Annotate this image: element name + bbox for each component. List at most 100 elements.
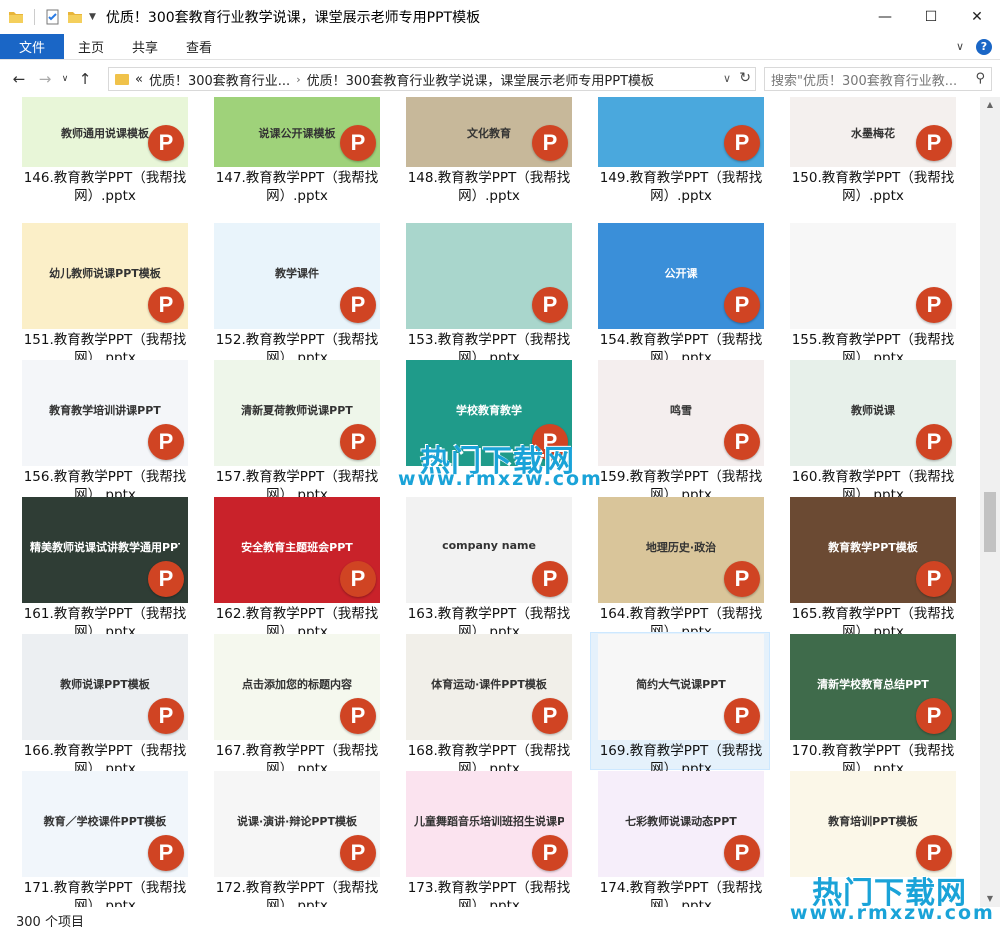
file-item[interactable]: 教师说课 P 160.教育教学PPT（我帮找 网）.pptx	[784, 360, 956, 503]
refresh-icon[interactable]: ↻	[739, 70, 751, 86]
file-item[interactable]: 幼儿教师说课PPT模板 P 151.教育教学PPT（我帮找 网）.pptx	[16, 223, 188, 366]
file-name: 166.教育教学PPT（我帮找	[23, 743, 187, 759]
powerpoint-icon: P	[532, 287, 568, 323]
file-thumbnail: 教师通用说课模板 P	[22, 97, 188, 167]
window-controls: — ☐ ✕	[862, 0, 1000, 34]
breadcrumb-overflow[interactable]: «	[135, 72, 143, 87]
file-item[interactable]: 水墨梅花 P 150.教育教学PPT（我帮找 网）.pptx	[784, 97, 956, 233]
search-icon[interactable]: ⚲	[975, 71, 985, 86]
tab-file[interactable]: 文件	[0, 34, 64, 59]
file-item[interactable]: 教育／学校课件PPT模板 P 171.教育教学PPT（我帮找 网）.pptx	[16, 771, 188, 907]
file-name: 150.教育教学PPT（我帮找	[791, 170, 955, 186]
file-item[interactable]: 点击添加您的标题内容 P 167.教育教学PPT（我帮找 网）.pptx	[208, 634, 380, 777]
file-thumbnail: 教育教学培训讲课PPT P	[22, 360, 188, 466]
file-name: 157.教育教学PPT（我帮找	[215, 469, 379, 485]
title-bar: ▼ 优质！300套教育行业教学说课，课堂展示老师专用PPT模板 — ☐ ✕	[0, 0, 1000, 34]
file-extension: 网）.pptx	[266, 898, 328, 907]
powerpoint-icon: P	[724, 698, 760, 734]
address-bar[interactable]: « 优质！300套教育行业... › 优质！300套教育行业教学说课，课堂展示老…	[108, 67, 756, 91]
file-thumbnail: P	[406, 223, 572, 329]
file-item[interactable]: 教师说课PPT模板 P 166.教育教学PPT（我帮找 网）.pptx	[16, 634, 188, 777]
file-item[interactable]: 说课·演讲·辩论PPT模板 P 172.教育教学PPT（我帮找 网）.pptx	[208, 771, 380, 907]
search-input[interactable]: 搜索"优质！300套教育行业教... ⚲	[764, 67, 992, 91]
file-item[interactable]: 儿童舞蹈音乐培训班招生说课PPT P 173.教育教学PPT（我帮找 网）.pptx	[400, 771, 572, 907]
powerpoint-icon: P	[724, 125, 760, 161]
back-arrow-icon[interactable]: ←	[8, 70, 30, 88]
file-extension: 网）.pptx	[74, 188, 136, 204]
chevron-down-icon[interactable]: ▼	[89, 12, 96, 22]
breadcrumb-current[interactable]: 优质！300套教育行业教学说课，课堂展示老师专用PPT模板	[307, 70, 654, 89]
vertical-scrollbar[interactable]: ▲ ▼	[980, 97, 1000, 907]
powerpoint-icon: P	[532, 125, 568, 161]
file-item[interactable]: P 149.教育教学PPT（我帮找 网）.pptx	[592, 97, 764, 233]
file-item[interactable]: 教育教学培训讲课PPT P 156.教育教学PPT（我帮找 网）.pptx	[16, 360, 188, 503]
properties-icon[interactable]	[45, 9, 61, 25]
file-item[interactable]: 教育教学PPT模板 P 165.教育教学PPT（我帮找 网）.pptx	[784, 497, 956, 640]
file-name: 153.教育教学PPT（我帮找	[407, 332, 571, 348]
scrollbar-thumb[interactable]	[984, 492, 996, 552]
thumbnail-title: 教育／学校课件PPT模板	[43, 815, 167, 829]
powerpoint-icon: P	[916, 561, 952, 597]
thumbnail-title: 安全教育主题班会PPT	[241, 541, 353, 555]
breadcrumb-parent[interactable]: 优质！300套教育行业...	[149, 70, 290, 89]
thumbnail-title: 教育培训PPT模板	[828, 815, 918, 829]
file-item[interactable]: 精美教师说课试讲教学通用PPT P 161.教育教学PPT（我帮找 网）.pptx	[16, 497, 188, 640]
powerpoint-icon: P	[916, 125, 952, 161]
file-thumbnail: 地理历史·政治 P	[598, 497, 764, 603]
powerpoint-icon: P	[916, 835, 952, 871]
file-name: 173.教育教学PPT（我帮找	[407, 880, 571, 896]
file-thumbnail: 教育／学校课件PPT模板 P	[22, 771, 188, 877]
file-thumbnail: 说课公开课模板 P	[214, 97, 380, 167]
file-name: 148.教育教学PPT（我帮找	[407, 170, 571, 186]
powerpoint-icon: P	[340, 125, 376, 161]
file-thumbnail: P	[598, 97, 764, 167]
file-thumbnail: P	[790, 223, 956, 329]
file-name: 161.教育教学PPT（我帮找	[23, 606, 187, 622]
file-item[interactable]: 简约大气说课PPT P 169.教育教学PPT（我帮找 网）.pptx	[592, 634, 764, 777]
file-item[interactable]: 文化教育 P 148.教育教学PPT（我帮找 网）.pptx	[400, 97, 572, 233]
file-item[interactable]: company name P 163.教育教学PPT（我帮找 网）.pptx	[400, 497, 572, 640]
file-item[interactable]: 地理历史·政治P164.教育教学PPT（我帮找网）.pptx	[592, 497, 764, 640]
file-item[interactable]: 教师通用说课模板 P 146.教育教学PPT（我帮找 网）.pptx	[16, 97, 188, 233]
file-name: 165.教育教学PPT（我帮找	[791, 606, 955, 622]
powerpoint-icon: P	[532, 561, 568, 597]
minimize-button[interactable]: —	[862, 0, 908, 34]
maximize-button[interactable]: ☐	[908, 0, 954, 34]
chevron-down-icon[interactable]: ∨	[723, 72, 731, 85]
scroll-up-icon[interactable]: ▲	[980, 97, 1000, 113]
file-item[interactable]: 七彩教师说课动态PPT P 174.教育教学PPT（我帮找 网）.pptx	[592, 771, 764, 907]
file-item[interactable]: 清新学校教育总结PPT P 170.教育教学PPT（我帮找 网）.pptx	[784, 634, 956, 777]
powerpoint-icon: P	[148, 561, 184, 597]
chevron-right-icon[interactable]: ›	[296, 73, 300, 86]
close-button[interactable]: ✕	[954, 0, 1000, 34]
window-title: 优质！300套教育行业教学说课，课堂展示老师专用PPT模板	[105, 10, 481, 26]
quick-access-toolbar: ▼	[0, 0, 96, 34]
recent-locations-icon[interactable]: ∨	[60, 74, 70, 84]
thumbnail-title: 教师说课PPT模板	[60, 678, 150, 692]
file-item[interactable]: 鸣雪 P 159.教育教学PPT（我帮找 网）.pptx	[592, 360, 764, 503]
file-item[interactable]: 教学课件 P 152.教育教学PPT（我帮找 网）.pptx	[208, 223, 380, 366]
file-extension: 网）.pptx	[650, 898, 712, 907]
thumbnail-title: 七彩教师说课动态PPT	[625, 815, 737, 829]
new-folder-icon[interactable]	[67, 9, 83, 25]
tab-view[interactable]: 查看	[172, 34, 226, 59]
help-icon[interactable]: ?	[976, 38, 992, 55]
file-item[interactable]: 说课公开课模板 P 147.教育教学PPT（我帮找 网）.pptx	[208, 97, 380, 233]
forward-arrow-icon[interactable]: →	[34, 70, 56, 88]
tab-home[interactable]: 主页	[64, 34, 118, 59]
file-thumbnail: 清新夏荷教师说课PPT P	[214, 360, 380, 466]
up-arrow-icon[interactable]: ↑	[74, 70, 96, 88]
tab-share[interactable]: 共享	[118, 34, 172, 59]
file-item[interactable]: P 153.教育教学PPT（我帮找 网）.pptx	[400, 223, 572, 366]
ribbon-tabs: 文件 主页 共享 查看 ∨ ?	[0, 34, 1000, 60]
file-item[interactable]: 体育运动·课件PPT模板 P 168.教育教学PPT（我帮找 网）.pptx	[400, 634, 572, 777]
expand-ribbon-icon[interactable]: ∨	[956, 40, 964, 53]
file-item[interactable]: 清新夏荷教师说课PPT P 157.教育教学PPT（我帮找 网）.pptx	[208, 360, 380, 503]
thumbnail-title: 简约大气说课PPT	[636, 678, 726, 692]
file-name: 170.教育教学PPT（我帮找	[791, 743, 955, 759]
file-item[interactable]: P 155.教育教学PPT（我帮找 网）.pptx	[784, 223, 956, 366]
file-item[interactable]: 安全教育主题班会PPT P 162.教育教学PPT（我帮找 网）.pptx	[208, 497, 380, 640]
watermark-url: www.rmxzw.com	[790, 902, 995, 924]
file-item[interactable]: 公开课 P 154.教育教学PPT（我帮找 网）.pptx	[592, 223, 764, 366]
file-thumbnail: 安全教育主题班会PPT P	[214, 497, 380, 603]
